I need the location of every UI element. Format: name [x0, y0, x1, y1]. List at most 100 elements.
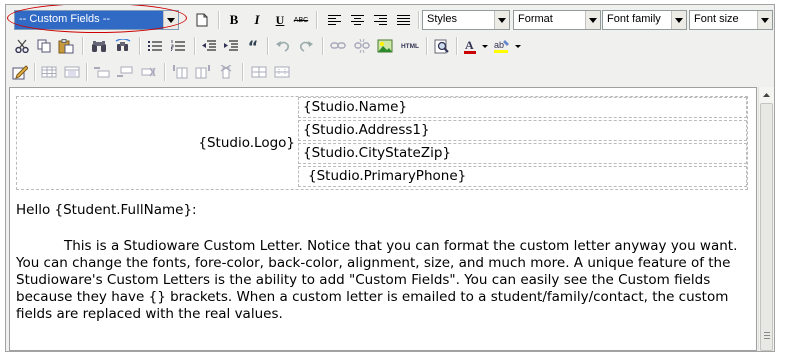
- underline-button[interactable]: U: [270, 10, 290, 30]
- background-color-button[interactable]: ab: [493, 36, 523, 56]
- toolbar-separator: [194, 37, 196, 55]
- bullet-list-button[interactable]: [145, 36, 165, 56]
- body-paragraph: This is a Studioware Custom Letter. Noti…: [16, 238, 738, 322]
- align-left-icon: [327, 14, 341, 25]
- chevron-down-icon: [585, 11, 600, 29]
- studio-address-cell: {Studio.Address1}: [298, 120, 747, 141]
- align-justify-icon: [396, 14, 410, 25]
- toolbar-separator: [456, 37, 458, 55]
- toolbar-separator: [164, 63, 166, 81]
- unlink-icon: [354, 39, 370, 53]
- toolbar-separator: [86, 63, 88, 81]
- chevron-down-icon: [163, 11, 178, 29]
- chevron-down-icon: [757, 11, 772, 29]
- studio-logo-field: {Studio.Logo}: [198, 135, 295, 151]
- delete-column-button[interactable]: [216, 62, 236, 82]
- align-right-button[interactable]: [370, 10, 390, 30]
- format-label: Format: [518, 13, 553, 25]
- preview-button[interactable]: [431, 36, 451, 56]
- toolbar-separator: [322, 37, 324, 55]
- align-justify-button[interactable]: [393, 10, 413, 30]
- split-cells-button[interactable]: [249, 62, 269, 82]
- custom-fields-label: -- Custom Fields --: [19, 13, 111, 25]
- logo-cell: {Studio.Logo}: [17, 97, 297, 189]
- svg-text:ab: ab: [494, 40, 504, 50]
- toolbar-row-3: [6, 60, 774, 86]
- new-document-button[interactable]: [192, 10, 212, 30]
- table-properties-button[interactable]: [62, 62, 82, 82]
- letterhead-table: {Studio.Logo} {Studio.Name} {Studio.Addr…: [16, 96, 748, 190]
- strikethrough-button[interactable]: ABC: [291, 10, 311, 30]
- insert-row-after-icon: [117, 66, 133, 77]
- undo-icon: [276, 41, 289, 52]
- font-size-select[interactable]: Font size: [689, 10, 773, 30]
- insert-row-icon: [94, 67, 110, 78]
- redo-button[interactable]: [296, 36, 316, 56]
- studio-citystatezip-field: {Studio.CityStateZip}: [303, 145, 451, 161]
- bold-button[interactable]: B: [224, 10, 244, 30]
- copy-button[interactable]: [34, 36, 54, 56]
- format-select[interactable]: Format: [513, 10, 601, 30]
- cut-button[interactable]: [12, 36, 32, 56]
- numbered-list-button[interactable]: [168, 36, 188, 56]
- toolbar-separator: [242, 63, 244, 81]
- preview-icon: [434, 39, 449, 53]
- paste-button[interactable]: [56, 36, 76, 56]
- edit-button[interactable]: [10, 62, 30, 82]
- toolbar-row-1: -- Custom Fields -- B I U ABC Styles For…: [6, 5, 774, 33]
- insert-image-button[interactable]: [375, 36, 395, 56]
- editor-content-area[interactable]: {Studio.Logo} {Studio.Name} {Studio.Addr…: [9, 87, 757, 351]
- text-color-button[interactable]: A: [462, 36, 490, 56]
- unlink-button[interactable]: [352, 36, 372, 56]
- align-center-button[interactable]: [347, 10, 367, 30]
- blockquote-button[interactable]: “: [243, 36, 263, 56]
- delete-column-icon: [220, 65, 232, 79]
- insert-row-after-button[interactable]: [115, 62, 135, 82]
- editor-toolbar: -- Custom Fields -- B I U ABC Styles For…: [6, 5, 774, 87]
- indent-button[interactable]: [221, 36, 241, 56]
- toolbar-separator: [426, 37, 428, 55]
- background-color-icon: ab: [494, 40, 521, 53]
- insert-row-before-button[interactable]: [92, 62, 112, 82]
- table-icon: [41, 66, 57, 78]
- toolbar-separator: [218, 11, 220, 29]
- toolbar-separator: [316, 11, 318, 29]
- toolbar-separator: [418, 11, 420, 29]
- insert-table-button[interactable]: [39, 62, 59, 82]
- merge-cells-button[interactable]: [272, 62, 292, 82]
- outdent-button[interactable]: [199, 36, 219, 56]
- italic-button[interactable]: I: [247, 10, 267, 30]
- new-document-icon: [196, 13, 208, 27]
- insert-link-button[interactable]: [328, 36, 348, 56]
- delete-row-button[interactable]: [138, 62, 158, 82]
- insert-column-before-button[interactable]: [170, 62, 190, 82]
- vertical-scrollbar[interactable]: [758, 87, 774, 351]
- styles-select[interactable]: Styles: [422, 10, 510, 30]
- insert-column-after-icon: [195, 65, 210, 79]
- font-family-select[interactable]: Font family: [602, 10, 687, 30]
- image-icon: [377, 39, 393, 53]
- indent-icon: [224, 40, 238, 51]
- greeting-line: Hello {Student.FullName}:: [16, 202, 197, 218]
- html-source-button[interactable]: HTML: [398, 36, 422, 56]
- studio-address-field: {Studio.Address1}: [303, 122, 430, 138]
- toolbar-separator: [139, 37, 141, 55]
- scrollbar-thumb[interactable]: [760, 103, 773, 351]
- svg-text:A: A: [465, 38, 474, 52]
- insert-column-after-button[interactable]: [193, 62, 213, 82]
- custom-fields-select[interactable]: -- Custom Fields --: [14, 10, 179, 30]
- scroll-up-button[interactable]: [759, 87, 774, 102]
- align-left-button[interactable]: [324, 10, 344, 30]
- undo-button[interactable]: [273, 36, 293, 56]
- chevron-up-icon: [763, 92, 770, 97]
- text-color-icon: A: [464, 38, 488, 54]
- toolbar-separator: [34, 63, 36, 81]
- find-replace-icon: [115, 39, 131, 51]
- redo-icon: [300, 41, 313, 52]
- studio-citystatezip-cell: {Studio.CityStateZip}: [298, 143, 747, 164]
- replace-button[interactable]: [113, 36, 133, 56]
- split-cells-icon: [251, 66, 267, 78]
- bullet-list-icon: [148, 41, 162, 51]
- table-properties-icon: [64, 66, 80, 78]
- find-button[interactable]: [89, 36, 109, 56]
